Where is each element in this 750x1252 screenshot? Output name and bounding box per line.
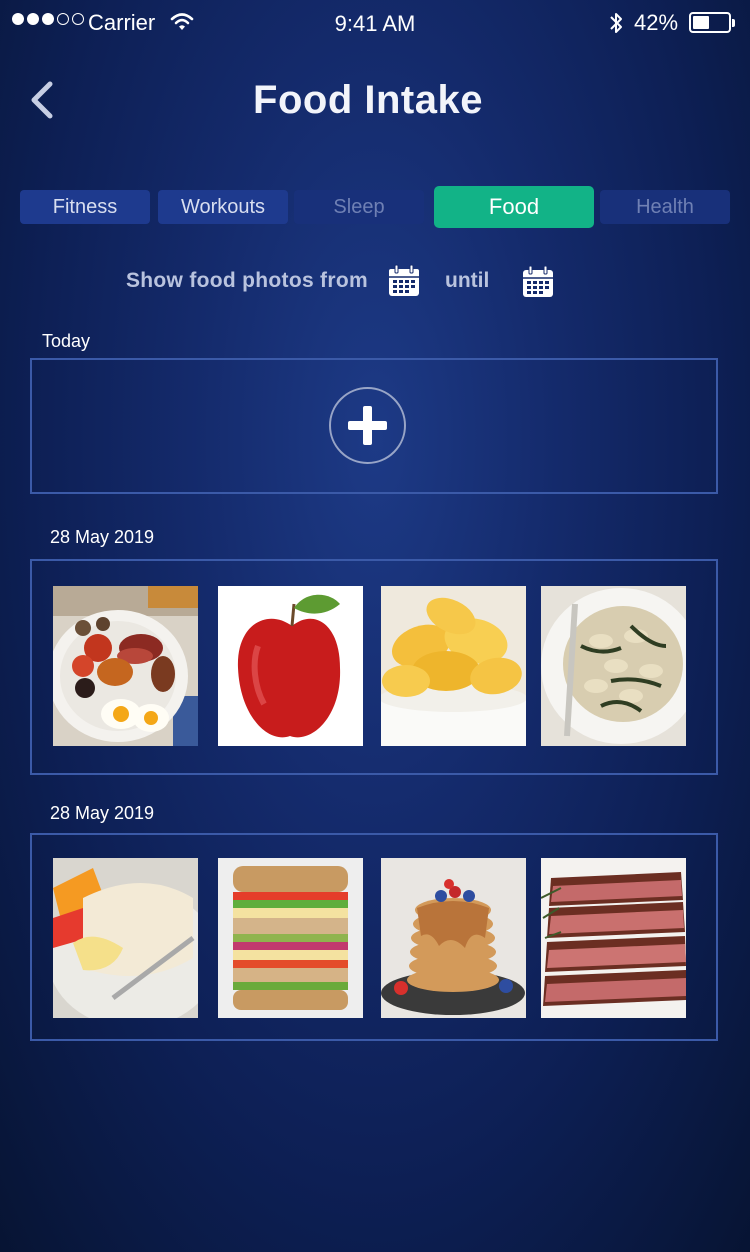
status-bar: Carrier 9:41 AM 42%	[0, 0, 750, 48]
food-photo-sliced-steak[interactable]	[541, 858, 686, 1018]
tab-health[interactable]: Health	[600, 190, 730, 224]
from-date-calendar-icon[interactable]	[387, 264, 421, 298]
section-label-date: 28 May 2019	[50, 803, 155, 823]
section-label-today: Today	[42, 331, 91, 351]
page-title: Food Intake	[253, 78, 483, 122]
battery-icon	[689, 12, 735, 33]
bluetooth-icon	[610, 13, 622, 33]
add-food-photo-button[interactable]	[329, 387, 406, 464]
food-photo-breakfast-burrito[interactable]	[53, 858, 198, 1018]
food-photo-full-breakfast[interactable]	[53, 586, 198, 746]
tab-workouts[interactable]: Workouts	[158, 190, 288, 224]
food-photo-bowtie-pasta[interactable]	[541, 586, 686, 746]
tab-food[interactable]: Food	[434, 186, 594, 228]
until-date-calendar-icon[interactable]	[521, 265, 555, 299]
battery-percentage: 42%	[634, 10, 679, 35]
until-label: until	[445, 269, 490, 292]
food-photo-potato-chips[interactable]	[381, 586, 526, 746]
date-filter-label: Show food photos from	[126, 269, 368, 292]
food-photo-veggie-sandwich[interactable]	[218, 858, 363, 1018]
food-photo-pancakes[interactable]	[381, 858, 526, 1018]
section-label-date: 28 May 2019	[50, 527, 155, 547]
tab-sleep[interactable]: Sleep	[294, 190, 424, 224]
food-photo-red-apple[interactable]	[218, 586, 363, 746]
tab-fitness[interactable]: Fitness	[20, 190, 150, 224]
